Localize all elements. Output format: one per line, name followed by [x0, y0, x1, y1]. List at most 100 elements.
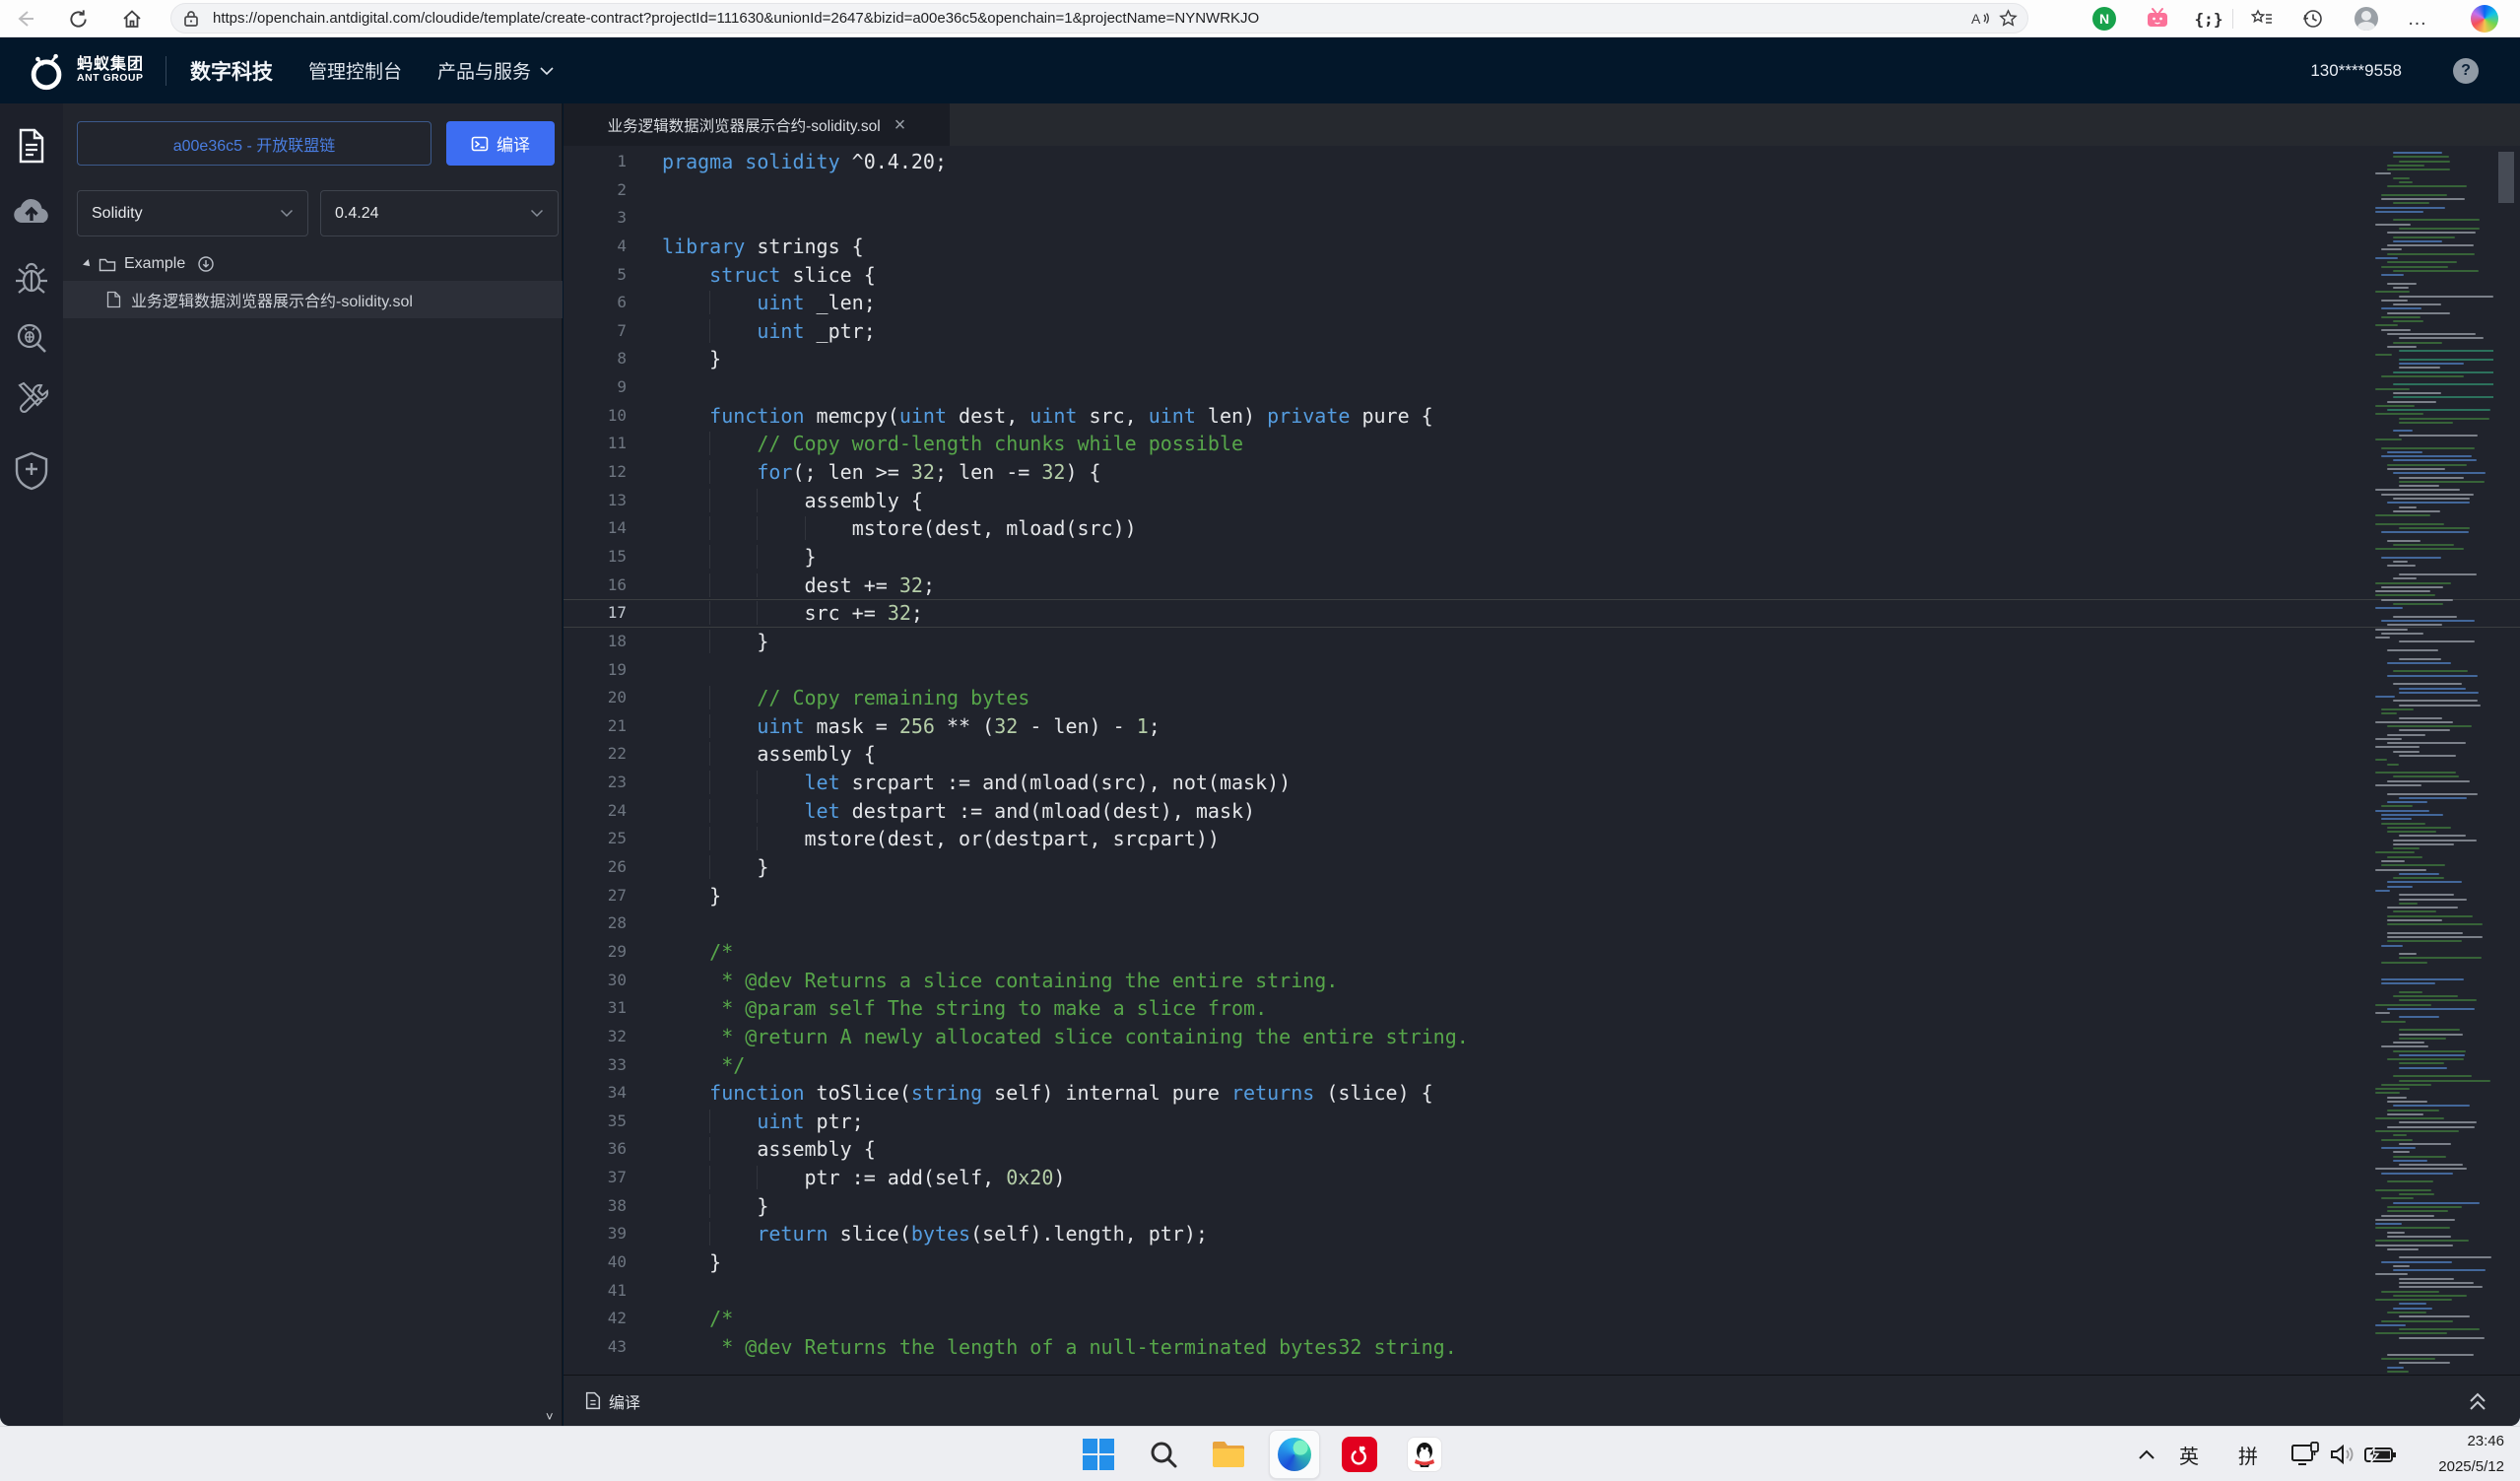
debug-bug-icon[interactable] — [0, 255, 63, 303]
version-select[interactable]: 0.4.24 — [320, 190, 559, 236]
code-line-30[interactable]: 30 * @dev Returns a slice containing the… — [564, 967, 2520, 995]
cloud-download-icon[interactable] — [197, 255, 215, 273]
code-line-35[interactable]: 35 uint ptr; — [564, 1108, 2520, 1136]
history-icon[interactable] — [2299, 5, 2327, 33]
code-line-14[interactable]: 14 mstore(dest, mload(src)) — [564, 514, 2520, 543]
file-explorer-icon[interactable] — [0, 122, 63, 169]
help-button[interactable]: ? — [2453, 58, 2479, 84]
refresh-button[interactable] — [63, 4, 93, 34]
code-line-38[interactable]: 38 } — [564, 1192, 2520, 1221]
code-line-12[interactable]: 12 for(; len >= 32; len -= 32) { — [564, 458, 2520, 487]
favorite-star-icon[interactable] — [1994, 9, 2022, 28]
volume-icon[interactable] — [2325, 1437, 2360, 1472]
read-aloud-icon[interactable]: A — [1966, 10, 1994, 28]
profile-avatar[interactable] — [2353, 5, 2380, 33]
code-line-26[interactable]: 26 } — [564, 853, 2520, 882]
code-line-36[interactable]: 36 assembly { — [564, 1135, 2520, 1164]
audit-search-icon[interactable] — [0, 314, 63, 362]
ime-pinyin-indicator[interactable]: 拼 — [2238, 1441, 2258, 1469]
extension-tv-icon[interactable] — [2144, 5, 2171, 33]
ant-group-logo[interactable]: 蚂蚁集团 ANT GROUP — [26, 48, 144, 94]
code-line-10[interactable]: 10 function memcpy(uint dest, uint src, … — [564, 402, 2520, 431]
url-text[interactable]: https://openchain.antdigital.com/cloudid… — [213, 10, 1966, 27]
search-icon[interactable] — [1146, 1437, 1181, 1472]
code-line-43[interactable]: 43 * @dev Returns the length of a null-t… — [564, 1333, 2520, 1362]
copilot-icon[interactable] — [2471, 5, 2498, 33]
code-line-33[interactable]: 33 */ — [564, 1051, 2520, 1080]
ime-english-indicator[interactable]: 英 — [2179, 1441, 2199, 1469]
minimap[interactable] — [2371, 148, 2493, 1373]
code-line-5[interactable]: 5 struct slice { — [564, 261, 2520, 290]
address-bar[interactable]: https://openchain.antdigital.com/cloudid… — [170, 3, 2028, 34]
code-line-19[interactable]: 19 — [564, 656, 2520, 685]
code-line-1[interactable]: 1pragma solidity ^0.4.20; — [564, 148, 2520, 176]
code-line-9[interactable]: 9 — [564, 373, 2520, 402]
menu-console[interactable]: 管理控制台 — [308, 57, 402, 84]
code-line-29[interactable]: 29 /* — [564, 938, 2520, 967]
expand-panel-icon[interactable] — [2467, 1389, 2488, 1413]
qq-icon[interactable] — [1407, 1437, 1442, 1472]
tools-icon[interactable] — [0, 373, 63, 421]
extension-green-icon[interactable]: N — [2090, 5, 2118, 33]
editor-scrollbar[interactable] — [2496, 148, 2516, 1373]
code-line-16[interactable]: 16 dest += 32; — [564, 572, 2520, 600]
scrollbar-thumb[interactable] — [2498, 152, 2514, 203]
file-explorer-icon[interactable] — [1211, 1437, 1246, 1472]
code-line-41[interactable]: 41 — [564, 1277, 2520, 1306]
code-line-7[interactable]: 7 uint _ptr; — [564, 317, 2520, 346]
security-shield-icon[interactable] — [0, 447, 63, 495]
tab-contract-file[interactable]: 业务逻辑数据浏览器展示合约-solidity.sol × — [564, 103, 950, 146]
code-line-21[interactable]: 21 uint mask = 256 ** (32 - len) - 1; — [564, 712, 2520, 741]
menu-products[interactable]: 产品与服务 — [437, 57, 555, 84]
code-line-32[interactable]: 32 * @return A newly allocated slice con… — [564, 1023, 2520, 1051]
code-line-31[interactable]: 31 * @param self The string to make a sl… — [564, 994, 2520, 1023]
code-line-15[interactable]: 15 } — [564, 543, 2520, 572]
code-line-8[interactable]: 8 } — [564, 345, 2520, 373]
code-line-25[interactable]: 25 mstore(dest, or(destpart, srcpart)) — [564, 825, 2520, 853]
code-line-40[interactable]: 40 } — [564, 1248, 2520, 1277]
code-line-20[interactable]: 20 // Copy remaining bytes — [564, 684, 2520, 712]
edge-browser-icon[interactable] — [1277, 1437, 1312, 1472]
favorites-bar-icon[interactable] — [2248, 5, 2276, 33]
cloud-upload-icon[interactable] — [0, 188, 63, 236]
home-button[interactable] — [117, 4, 147, 34]
code-line-17[interactable]: 17 src += 32; — [564, 599, 2520, 628]
netease-music-icon[interactable] — [1342, 1437, 1377, 1472]
tree-file-contract[interactable]: 业务逻辑数据浏览器展示合约-solidity.sol — [63, 281, 563, 318]
settings-more-icon[interactable]: … — [2404, 5, 2431, 33]
language-select[interactable]: Solidity — [77, 190, 308, 236]
code-line-6[interactable]: 6 uint _len; — [564, 289, 2520, 317]
battery-charging-icon[interactable] — [2362, 1437, 2398, 1472]
lock-icon[interactable] — [177, 10, 205, 28]
code-lines[interactable]: 1pragma solidity ^0.4.20;234library stri… — [564, 148, 2520, 1362]
code-line-2[interactable]: 2 — [564, 176, 2520, 205]
back-button[interactable] — [10, 4, 39, 34]
tray-chevron-up-icon[interactable] — [2133, 1437, 2160, 1472]
code-line-4[interactable]: 4library strings { — [564, 233, 2520, 261]
cast-display-icon[interactable] — [2288, 1437, 2323, 1472]
extension-braces-icon[interactable]: {;} — [2195, 5, 2222, 33]
code-line-28[interactable]: 28 — [564, 909, 2520, 938]
account-phone[interactable]: 130****9558 — [2310, 61, 2402, 81]
code-line-23[interactable]: 23 let srcpart := and(mload(src), not(ma… — [564, 769, 2520, 797]
chain-select[interactable]: a00e36c5 - 开放联盟链 — [77, 121, 431, 166]
code-line-37[interactable]: 37 ptr := add(self, 0x20) — [564, 1164, 2520, 1192]
compile-button[interactable]: 编译 — [446, 121, 555, 166]
code-line-3[interactable]: 3 — [564, 204, 2520, 233]
tab-close-icon[interactable]: × — [895, 115, 906, 135]
start-button[interactable] — [1081, 1437, 1116, 1472]
code-line-24[interactable]: 24 let destpart := and(mload(dest), mask… — [564, 797, 2520, 826]
code-line-13[interactable]: 13 assembly { — [564, 487, 2520, 515]
tray-clock[interactable]: 23:46 2025/5/12 — [2438, 1433, 2504, 1475]
code-line-11[interactable]: 11 // Copy word-length chunks while poss… — [564, 430, 2520, 458]
code-line-18[interactable]: 18 } — [564, 628, 2520, 656]
panel-scroll-arrow[interactable]: ˅ — [546, 1409, 554, 1424]
code-line-39[interactable]: 39 return slice(bytes(self).length, ptr)… — [564, 1220, 2520, 1248]
compile-panel-label[interactable]: 编译 — [609, 1389, 640, 1413]
code-line-27[interactable]: 27 } — [564, 882, 2520, 910]
code-line-34[interactable]: 34 function toSlice(string self) interna… — [564, 1079, 2520, 1108]
tree-folder-example[interactable]: Example — [63, 247, 563, 281]
code-line-42[interactable]: 42 /* — [564, 1305, 2520, 1333]
svg-text:A: A — [1971, 11, 1981, 27]
code-line-22[interactable]: 22 assembly { — [564, 740, 2520, 769]
